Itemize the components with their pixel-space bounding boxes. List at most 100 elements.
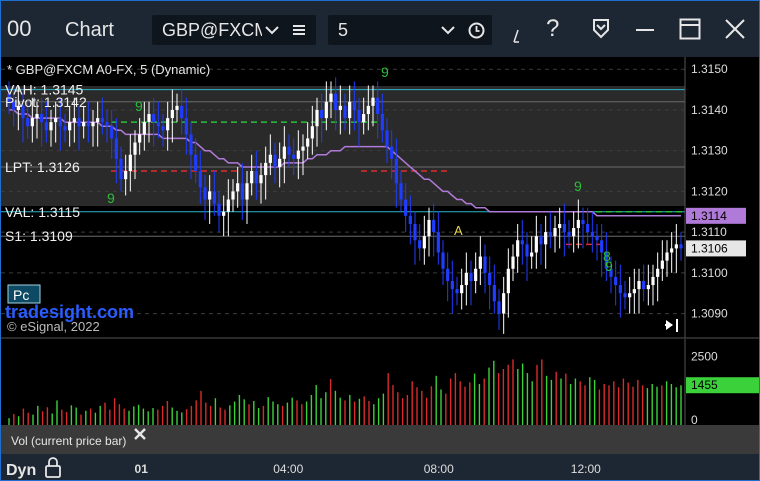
candle — [338, 105, 342, 110]
window-title: Chart — [65, 19, 114, 41]
candle — [278, 158, 282, 167]
candle — [548, 232, 552, 237]
candle — [394, 158, 398, 184]
candle — [562, 223, 566, 233]
maximize-icon[interactable] — [679, 18, 701, 40]
candle — [488, 272, 492, 286]
candle — [30, 118, 34, 127]
candle — [329, 93, 333, 102]
candle — [432, 219, 436, 233]
candle — [357, 109, 361, 123]
draw-tool-icon[interactable] — [510, 28, 522, 44]
candle — [236, 183, 240, 192]
last-price-tag-label: 1.3106 — [691, 241, 728, 255]
candle — [534, 236, 538, 253]
time-axis-bar — [1, 454, 759, 480]
candle — [670, 248, 674, 253]
y-tick-label: 1.3140 — [691, 103, 728, 117]
candle — [217, 203, 221, 216]
candle — [511, 256, 515, 269]
candle — [506, 268, 510, 294]
candle — [245, 183, 249, 200]
candle — [492, 285, 496, 302]
candle — [142, 122, 146, 135]
candle — [530, 252, 534, 257]
candle — [49, 122, 53, 131]
candle — [128, 154, 132, 172]
candle — [63, 126, 67, 131]
candle — [436, 232, 440, 253]
level-label: LPT: 1.3126 — [5, 159, 80, 175]
candle — [310, 126, 314, 139]
candle — [343, 105, 347, 119]
candle — [455, 289, 459, 294]
minimize-icon[interactable] — [635, 20, 655, 40]
candle — [240, 183, 244, 200]
candle — [301, 146, 305, 151]
candle — [567, 232, 571, 237]
volume-current-tag-label: 1455 — [691, 378, 718, 392]
candle — [189, 134, 193, 155]
interval-value: 5 — [338, 20, 349, 40]
help-icon[interactable]: ? — [546, 15, 559, 43]
candle — [147, 114, 151, 123]
candle — [660, 260, 664, 269]
candle — [44, 122, 48, 131]
candle — [525, 244, 529, 257]
candle — [110, 126, 114, 139]
mode-label[interactable]: Dyn — [6, 462, 36, 479]
candle — [77, 118, 81, 127]
candle — [446, 268, 450, 281]
close-icon[interactable] — [724, 18, 746, 40]
candle — [371, 97, 375, 106]
candle — [665, 252, 669, 261]
candle — [100, 118, 104, 123]
candle — [180, 105, 184, 119]
candle — [581, 219, 585, 224]
list-icon[interactable] — [292, 23, 306, 37]
count-marker: 9 — [135, 98, 143, 114]
candle — [334, 93, 338, 110]
candle — [72, 118, 76, 123]
candle — [198, 171, 202, 188]
link-icon[interactable] — [591, 17, 611, 41]
copyright: © eSignal, 2022 — [7, 319, 100, 334]
candle — [646, 285, 650, 290]
candle — [516, 240, 520, 257]
candle — [166, 118, 170, 131]
candle — [520, 240, 524, 245]
y-tick-label: 1.3130 — [691, 144, 728, 158]
x-tick-label: 12:00 — [571, 462, 601, 476]
candle — [502, 293, 506, 314]
candle — [469, 272, 473, 281]
annotation-a: A — [454, 223, 463, 238]
candle — [576, 219, 580, 229]
y-tick-label: 1.3100 — [691, 266, 728, 280]
candle — [194, 154, 198, 172]
chevron-down-icon[interactable] — [441, 25, 455, 35]
candle — [558, 223, 562, 229]
candle — [86, 122, 90, 127]
candle — [380, 114, 384, 131]
candle — [282, 146, 286, 159]
ma-price-tag-label: 1.3114 — [691, 209, 727, 223]
candle — [222, 211, 226, 216]
price-chart[interactable]: VAH: 1.3145Pivot: 1.3142LPT: 1.3126VAL: … — [1, 57, 759, 480]
chevron-down-icon[interactable] — [265, 25, 279, 35]
clock-icon[interactable] — [468, 22, 485, 39]
candle — [427, 219, 431, 237]
candle — [399, 183, 403, 200]
app-icon: 00 — [7, 16, 32, 41]
interval-selector[interactable]: 5 — [328, 15, 492, 45]
candle — [553, 228, 557, 237]
candle — [362, 114, 366, 123]
candle — [264, 162, 268, 176]
candle — [161, 126, 165, 131]
candle — [320, 109, 324, 119]
symbol-selector[interactable]: GBP@FXCM — [152, 15, 316, 45]
count-marker: 9 — [574, 178, 582, 194]
candle — [642, 280, 646, 290]
candle — [152, 114, 156, 123]
candle — [497, 301, 501, 314]
x-tick-label: 04:00 — [273, 462, 303, 476]
